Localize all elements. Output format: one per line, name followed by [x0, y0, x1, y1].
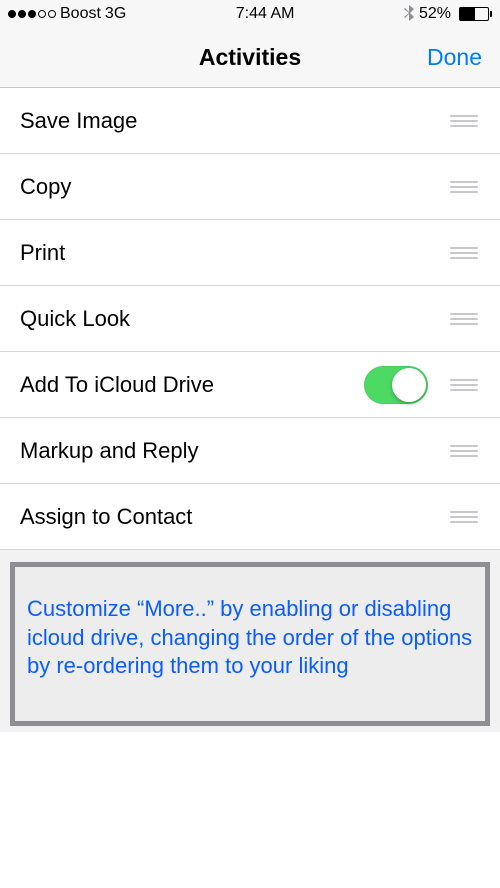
row-label: Save Image [20, 108, 446, 134]
drag-handle-icon[interactable] [446, 507, 482, 527]
icloud-drive-toggle[interactable] [364, 366, 428, 404]
bluetooth-icon [404, 5, 415, 24]
battery-icon [455, 7, 492, 21]
row-assign-to-contact[interactable]: Assign to Contact [0, 484, 500, 550]
row-add-to-icloud-drive[interactable]: Add To iCloud Drive [0, 352, 500, 418]
row-label: Quick Look [20, 306, 446, 332]
row-markup-and-reply[interactable]: Markup and Reply [0, 418, 500, 484]
row-label: Assign to Contact [20, 504, 446, 530]
status-left: Boost 3G [8, 5, 126, 23]
drag-handle-icon[interactable] [446, 111, 482, 131]
drag-handle-icon[interactable] [446, 243, 482, 263]
drag-handle-icon[interactable] [446, 177, 482, 197]
activities-list: Save Image Copy Print Quick Look Add To … [0, 88, 500, 550]
network-type: 3G [105, 5, 126, 23]
row-label: Add To iCloud Drive [20, 372, 364, 398]
done-button[interactable]: Done [427, 44, 482, 71]
status-bar: Boost 3G 7:44 AM 52% [0, 0, 500, 28]
row-save-image[interactable]: Save Image [0, 88, 500, 154]
signal-strength-icon [8, 10, 56, 18]
callout-container: Customize “More..” by enabling or disabl… [0, 550, 500, 732]
drag-handle-icon[interactable] [446, 441, 482, 461]
row-quick-look[interactable]: Quick Look [0, 286, 500, 352]
status-time: 7:44 AM [236, 5, 295, 23]
annotation-callout: Customize “More..” by enabling or disabl… [10, 562, 490, 726]
status-right: 52% [404, 5, 492, 24]
drag-handle-icon[interactable] [446, 309, 482, 329]
carrier-label: Boost [60, 5, 101, 23]
drag-handle-icon[interactable] [446, 375, 482, 395]
row-copy[interactable]: Copy [0, 154, 500, 220]
battery-percent: 52% [419, 5, 451, 23]
nav-bar: Activities Done [0, 28, 500, 88]
page-title: Activities [199, 44, 301, 71]
row-label: Copy [20, 174, 446, 200]
row-print[interactable]: Print [0, 220, 500, 286]
row-label: Markup and Reply [20, 438, 446, 464]
row-label: Print [20, 240, 446, 266]
